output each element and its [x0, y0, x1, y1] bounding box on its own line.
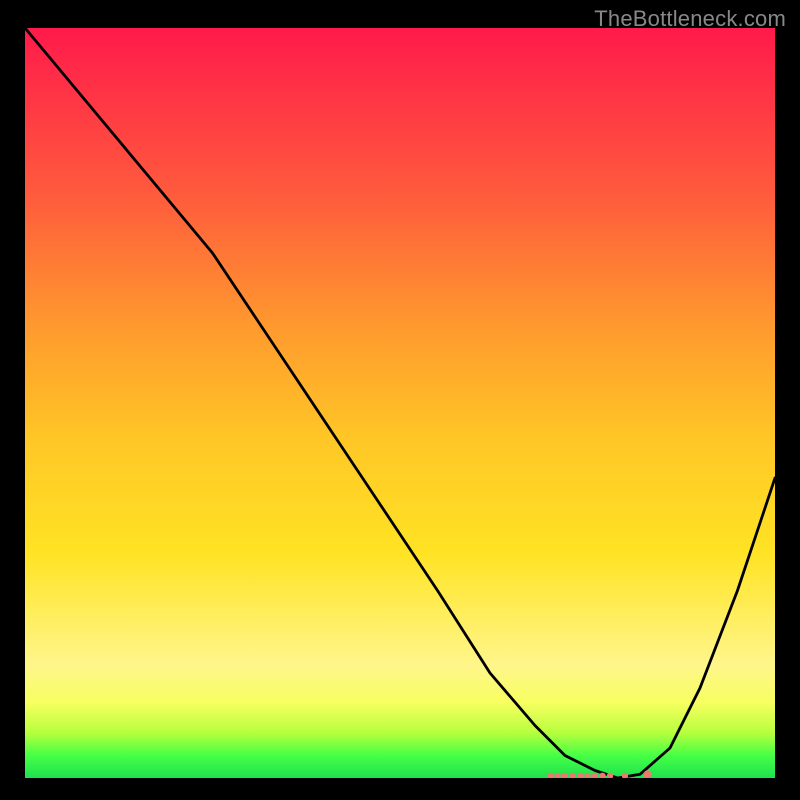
marker-point	[577, 773, 583, 778]
marker-point	[622, 773, 628, 778]
marker-point	[569, 773, 575, 778]
marker-point	[554, 773, 560, 778]
marker-point	[592, 773, 598, 778]
chart-svg	[25, 28, 775, 778]
chart-stage: TheBottleneck.com	[0, 0, 800, 800]
plot-area	[25, 28, 775, 778]
marker-point	[644, 770, 652, 778]
watermark-text: TheBottleneck.com	[594, 6, 786, 32]
bottleneck-curve	[25, 28, 775, 778]
marker-point	[562, 773, 568, 778]
marker-point	[547, 773, 553, 778]
marker-point	[584, 773, 590, 778]
